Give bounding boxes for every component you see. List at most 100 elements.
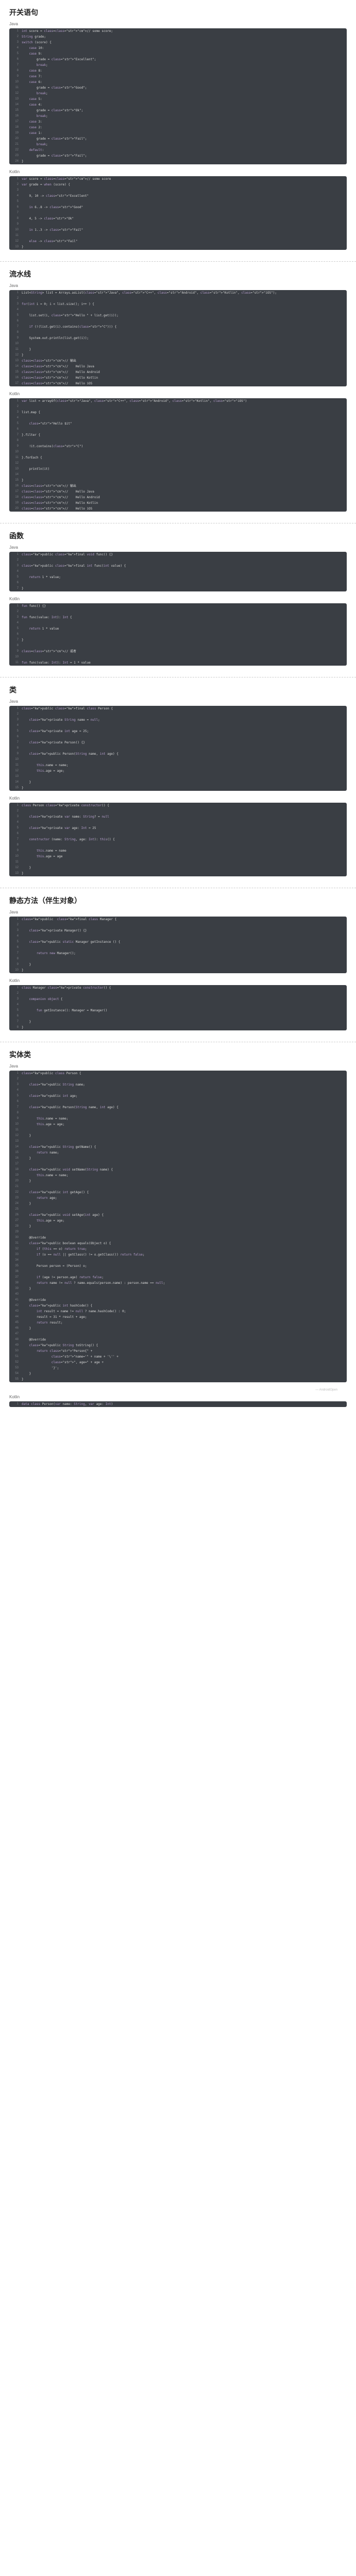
lang-label: Kotlin xyxy=(9,392,347,396)
code-content: class=class="str">"cm">// Hello Android xyxy=(22,495,100,500)
code-block: 1class="kw">public class Person {23 clas… xyxy=(9,1071,347,1382)
code-line: 7 } xyxy=(9,1019,347,1025)
code-line: 1fun func() {} xyxy=(9,603,347,609)
code-content: return result; xyxy=(22,1320,63,1326)
code-content: '}'; xyxy=(22,1365,59,1371)
code-content: } xyxy=(22,637,24,643)
code-block: 1data class Person(var name: String, var… xyxy=(9,1401,347,1407)
code-content: class=class="str">"cm">// Hello Kotlin xyxy=(22,375,98,381)
line-number: 52 xyxy=(9,1360,22,1365)
line-number: 8 xyxy=(9,745,22,751)
line-number: 1 xyxy=(9,398,22,404)
line-number: 21 xyxy=(9,1184,22,1190)
line-number: 13 xyxy=(9,358,22,364)
line-number: 6 xyxy=(9,318,22,324)
line-number: 36 xyxy=(9,1269,22,1275)
code-content: Person person = (Person) o; xyxy=(22,1263,87,1269)
code-block: 1var score = class=class="str">"cm">// s… xyxy=(9,176,347,250)
code-line: 32 if (this == o) return true; xyxy=(9,1246,347,1252)
code-line: 7 xyxy=(9,210,347,216)
code-line: 13 case 5: xyxy=(9,96,347,102)
code-line: 16class=class="str">"cm">// 输出 xyxy=(9,483,347,489)
code-content: class=class="str">"cm">// Hello Java xyxy=(22,364,94,369)
code-content: case 7: xyxy=(22,74,42,79)
line-number: 10 xyxy=(9,449,22,455)
code-content: class="kw">public int getAge() { xyxy=(22,1190,89,1195)
line-number: 9 xyxy=(9,74,22,79)
line-number: 53 xyxy=(9,1365,22,1371)
code-content: } xyxy=(22,1133,31,1139)
line-number: 10 xyxy=(9,757,22,762)
lang-label: Kotlin xyxy=(9,978,347,983)
line-number: 19 xyxy=(9,1173,22,1178)
code-line: 1var list = arrayOf(class="str">"Java", … xyxy=(9,398,347,404)
code-line: 23 return age; xyxy=(9,1195,347,1201)
line-number: 8 xyxy=(9,1025,22,1030)
line-number: 18 xyxy=(9,125,22,130)
code-content: } xyxy=(22,1371,31,1377)
line-number: 6 xyxy=(9,57,22,62)
line-number: 6 xyxy=(9,1013,22,1019)
code-content: result = 31 * result + age; xyxy=(22,1314,87,1320)
line-number: 6 xyxy=(9,580,22,586)
code-content: } xyxy=(22,1019,31,1025)
line-number: 17 xyxy=(9,381,22,386)
code-content: this.name = name xyxy=(22,848,66,854)
code-line: 37 if (age != person.age) return false; xyxy=(9,1275,347,1280)
line-number: 5 xyxy=(9,574,22,580)
line-number: 43 xyxy=(9,1309,22,1314)
code-line: 14 class="kw">public String getName() { xyxy=(9,1144,347,1150)
line-number: 10 xyxy=(9,79,22,85)
line-number: 10 xyxy=(9,968,22,973)
line-number: 3 xyxy=(9,301,22,307)
code-line: 19 this.name = name; xyxy=(9,1173,347,1178)
line-number: 1 xyxy=(9,603,22,609)
code-line: 8 case 8: xyxy=(9,68,347,74)
code-line: 34 xyxy=(9,1258,347,1263)
code-content: class="kw">private String name = null; xyxy=(22,717,100,723)
code-content: switch (score) { xyxy=(22,40,52,45)
line-number: 5 xyxy=(9,1008,22,1013)
code-content: return new Manager(); xyxy=(22,951,76,956)
code-line: 2 xyxy=(9,1076,347,1082)
line-number: 50 xyxy=(9,1348,22,1354)
line-number: 2 xyxy=(9,404,22,410)
line-number: 37 xyxy=(9,1275,22,1280)
code-content: class="kw">public Person(String name, in… xyxy=(22,1105,118,1110)
code-content: class="str">", age=" + age + xyxy=(22,1360,104,1365)
code-content: } xyxy=(22,1201,31,1207)
line-number: 48 xyxy=(9,1337,22,1343)
code-content: class="kw">public class="kw">final void … xyxy=(22,552,113,557)
code-content: case 10: xyxy=(22,45,44,51)
code-line: 10 in 1..3 -> class="str">"Fail" xyxy=(9,227,347,233)
code-content: in 6..8 -> class="str">"Good" xyxy=(22,205,83,210)
code-content: grade = class="str">"Fail"; xyxy=(22,136,87,142)
code-line: 11 xyxy=(9,859,347,865)
line-number: 4 xyxy=(9,723,22,728)
line-number: 1 xyxy=(9,917,22,922)
code-line: 31 class="kw">public boolean equals(Obje… xyxy=(9,1241,347,1246)
line-number: 5 xyxy=(9,626,22,632)
section-title: 开关语句 xyxy=(9,7,347,18)
line-number: 8 xyxy=(9,842,22,848)
line-number: 27 xyxy=(9,1218,22,1224)
code-line: 1class Person class="kw">private constru… xyxy=(9,803,347,808)
code-line: 8 xyxy=(9,956,347,962)
code-block: 1class Person class="kw">private constru… xyxy=(9,803,347,876)
code-line: 4 xyxy=(9,620,347,626)
code-line: 15 grade = class="str">"Ok"; xyxy=(9,108,347,113)
lang-label: Java xyxy=(9,910,347,914)
code-content: default: xyxy=(22,147,44,153)
code-content: class="kw">public class="kw">final int f… xyxy=(22,563,126,569)
code-content: case 3: xyxy=(22,119,42,125)
line-number: 5 xyxy=(9,939,22,945)
code-content: return 1 * value; xyxy=(22,574,61,580)
line-number: 14 xyxy=(9,1144,22,1150)
line-number: 14 xyxy=(9,364,22,369)
code-line: 5 class="kw">public int age; xyxy=(9,1093,347,1099)
line-number: 18 xyxy=(9,495,22,500)
code-line: 7 if (!(list.get(i).contains(class="str"… xyxy=(9,324,347,330)
code-line: 1data class Person(var name: String, var… xyxy=(9,1401,347,1407)
code-line: 5 class="kw">private int age = 25; xyxy=(9,728,347,734)
line-number: 11 xyxy=(9,762,22,768)
